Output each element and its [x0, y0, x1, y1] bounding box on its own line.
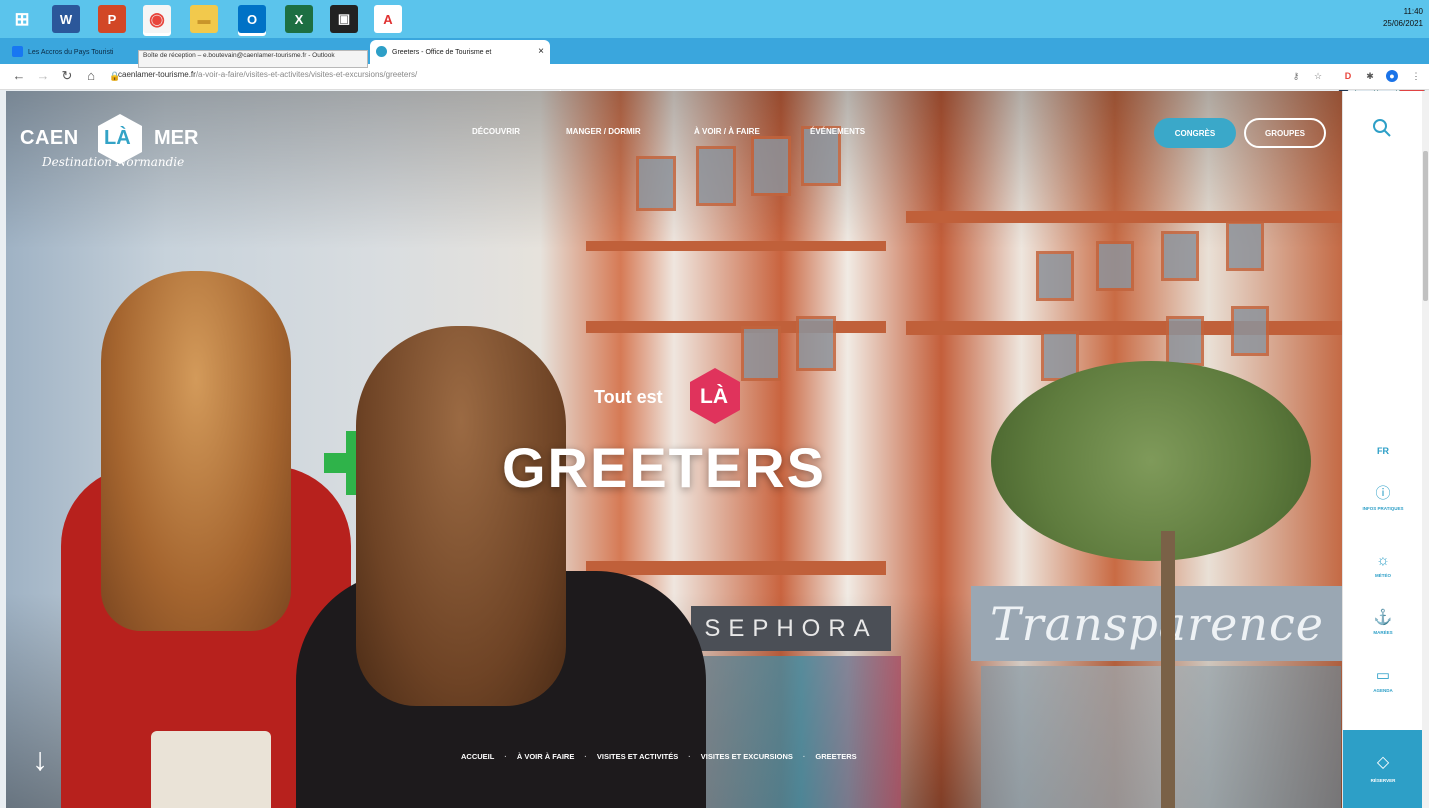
page-title-text: GREETERS	[501, 436, 827, 499]
person-brown-hair	[356, 326, 566, 706]
chrome-menu-icon[interactable]: ⋮	[1410, 70, 1422, 82]
calendar-icon: ▭	[1375, 667, 1391, 684]
system-clock[interactable]: 11:40 25/06/2021	[1383, 6, 1423, 30]
anchor-icon: ⚓	[1373, 609, 1393, 626]
url-path: /a-voir-a-faire/visites-et-activites/vis…	[195, 70, 418, 79]
extensions-puzzle-icon[interactable]: ✱	[1364, 70, 1376, 82]
page-title: GREETERS	[6, 435, 1342, 500]
sidebar-item-meteo[interactable]: ☼ MÉTÉO	[1343, 553, 1423, 579]
shop-window	[701, 656, 901, 808]
webpage-viewport: SEPHORA Transparence CAEN LÀ MER Destina…	[6, 91, 1342, 808]
url-field[interactable]: caenlamer-tourisme.fr/a-voir-a-faire/vis…	[118, 70, 417, 79]
forward-icon[interactable]: →	[34, 68, 52, 83]
sidebar-item-infos[interactable]: ⓘ INFOS PRATIQUES	[1343, 486, 1423, 512]
browser-tab-1[interactable]: Les Accros du Pays Touristi	[6, 40, 134, 64]
breadcrumb-separator: ·	[504, 752, 507, 761]
breadcrumb-visites-activites[interactable]: VISITES ET ACTIVITÉS	[597, 752, 678, 761]
bookmark-star-icon[interactable]: ☆	[1312, 70, 1324, 82]
url-host: caenlamer-tourisme.fr	[118, 70, 196, 79]
clock-time: 11:40	[1403, 7, 1423, 16]
sidebar-item-label: AGENDA	[1373, 688, 1393, 693]
breadcrumb-accueil[interactable]: ACCUEIL	[461, 752, 494, 761]
logo-tagline: Destination Normandie	[42, 155, 185, 169]
breadcrumb-separator: ·	[688, 752, 691, 761]
app-black-icon[interactable]: ▣	[330, 5, 358, 33]
home-icon[interactable]: ⌂	[82, 68, 100, 83]
breadcrumb-greeters: GREETERS	[815, 752, 857, 761]
extension-d-icon[interactable]: D	[1342, 70, 1354, 82]
outlook-icon[interactable]: O	[238, 5, 266, 33]
breadcrumb-a-voir-a-faire[interactable]: À VOIR À FAIRE	[517, 752, 575, 761]
shop-sign-transparence: Transparence	[971, 586, 1342, 661]
reload-icon[interactable]: ↻	[58, 68, 76, 84]
nav-a-voir-a-faire[interactable]: À VOIR / À FAIRE	[694, 127, 760, 136]
congres-button[interactable]: CONGRÈS	[1154, 118, 1236, 148]
acrobat-icon[interactable]: A	[374, 5, 402, 33]
breadcrumb-separator: ·	[584, 752, 587, 761]
tree-trunk	[1161, 531, 1175, 808]
groupes-button[interactable]: GROUPES	[1244, 118, 1326, 148]
sidebar-item-agenda[interactable]: ▭ AGENDA	[1343, 668, 1423, 694]
key-icon[interactable]: ⚷	[1290, 70, 1302, 82]
tab-title: Les Accros du Pays Touristi	[28, 48, 114, 56]
right-sidebar: FR ⓘ INFOS PRATIQUES ☼ MÉTÉO ⚓ MARÉES ▭ …	[1342, 91, 1423, 808]
breadcrumb-visites-excursions[interactable]: VISITES ET EXCURSIONS	[701, 752, 793, 761]
scroll-down-arrow-icon[interactable]: ↓	[32, 741, 48, 778]
sun-icon: ☼	[1376, 552, 1390, 569]
file-explorer-icon[interactable]: ▬	[190, 5, 218, 33]
reserver-label: RÉSERVER	[1370, 778, 1396, 783]
breadcrumb-separator: ·	[802, 752, 806, 761]
nav-decouvrir[interactable]: DÉCOUVRIR	[472, 127, 520, 136]
back-icon[interactable]: ←	[10, 68, 28, 83]
logo-caen: CAEN	[20, 127, 79, 149]
clock-date: 25/06/2021	[1382, 19, 1423, 28]
excel-icon[interactable]: X	[285, 5, 313, 33]
close-tab-icon[interactable]: ×	[538, 46, 544, 57]
powerpoint-icon[interactable]: P	[98, 5, 126, 33]
tab-title: Greeters - Office de Tourisme et	[392, 48, 492, 56]
browser-tab-active[interactable]: Greeters - Office de Tourisme et ×	[370, 40, 550, 64]
taskbar-tooltip: Boîte de réception – e.boutevain@caenlam…	[138, 50, 368, 68]
nav-evenements[interactable]: ÉVÉNEMENTS	[810, 127, 865, 136]
tote-bag	[151, 731, 271, 808]
search-icon[interactable]	[1371, 117, 1393, 139]
hero-tout-est: Tout est	[594, 387, 663, 407]
shop-sign-sephora: SEPHORA	[691, 606, 891, 651]
breadcrumb: ACCUEIL · À VOIR À FAIRE · VISITES ET AC…	[461, 752, 857, 761]
scrollbar-thumb[interactable]	[1423, 151, 1428, 301]
reserver-button[interactable]: ◇ RÉSERVER	[1343, 730, 1423, 808]
facebook-icon	[12, 46, 23, 57]
logo-la: LÀ	[104, 127, 131, 149]
word-icon[interactable]: W	[52, 5, 80, 33]
sidebar-item-label: INFOS PRATIQUES	[1362, 506, 1404, 511]
logo-mer: MER	[154, 127, 199, 149]
hero-la: LÀ	[700, 385, 728, 408]
language-selector[interactable]: FR	[1343, 446, 1423, 456]
chrome-icon[interactable]: ◉	[143, 5, 171, 33]
ticket-icon: ◇	[1376, 754, 1390, 771]
sidebar-item-label: MÉTÉO	[1374, 573, 1391, 578]
page-scrollbar[interactable]	[1422, 91, 1429, 808]
site-favicon-icon	[376, 46, 387, 57]
windows-taskbar: ⊞ W P ◉ ▬ O X ▣ A 11:40 25/06/2021	[0, 0, 1429, 38]
profile-avatar[interactable]: ●	[1386, 70, 1398, 82]
sidebar-item-marees[interactable]: ⚓ MARÉES	[1343, 610, 1423, 636]
info-icon: ⓘ	[1375, 485, 1391, 502]
sidebar-item-label: MARÉES	[1373, 630, 1393, 635]
nav-manger-dormir[interactable]: MANGER / DORMIR	[566, 127, 641, 136]
windows-start-icon[interactable]: ⊞	[8, 5, 36, 33]
